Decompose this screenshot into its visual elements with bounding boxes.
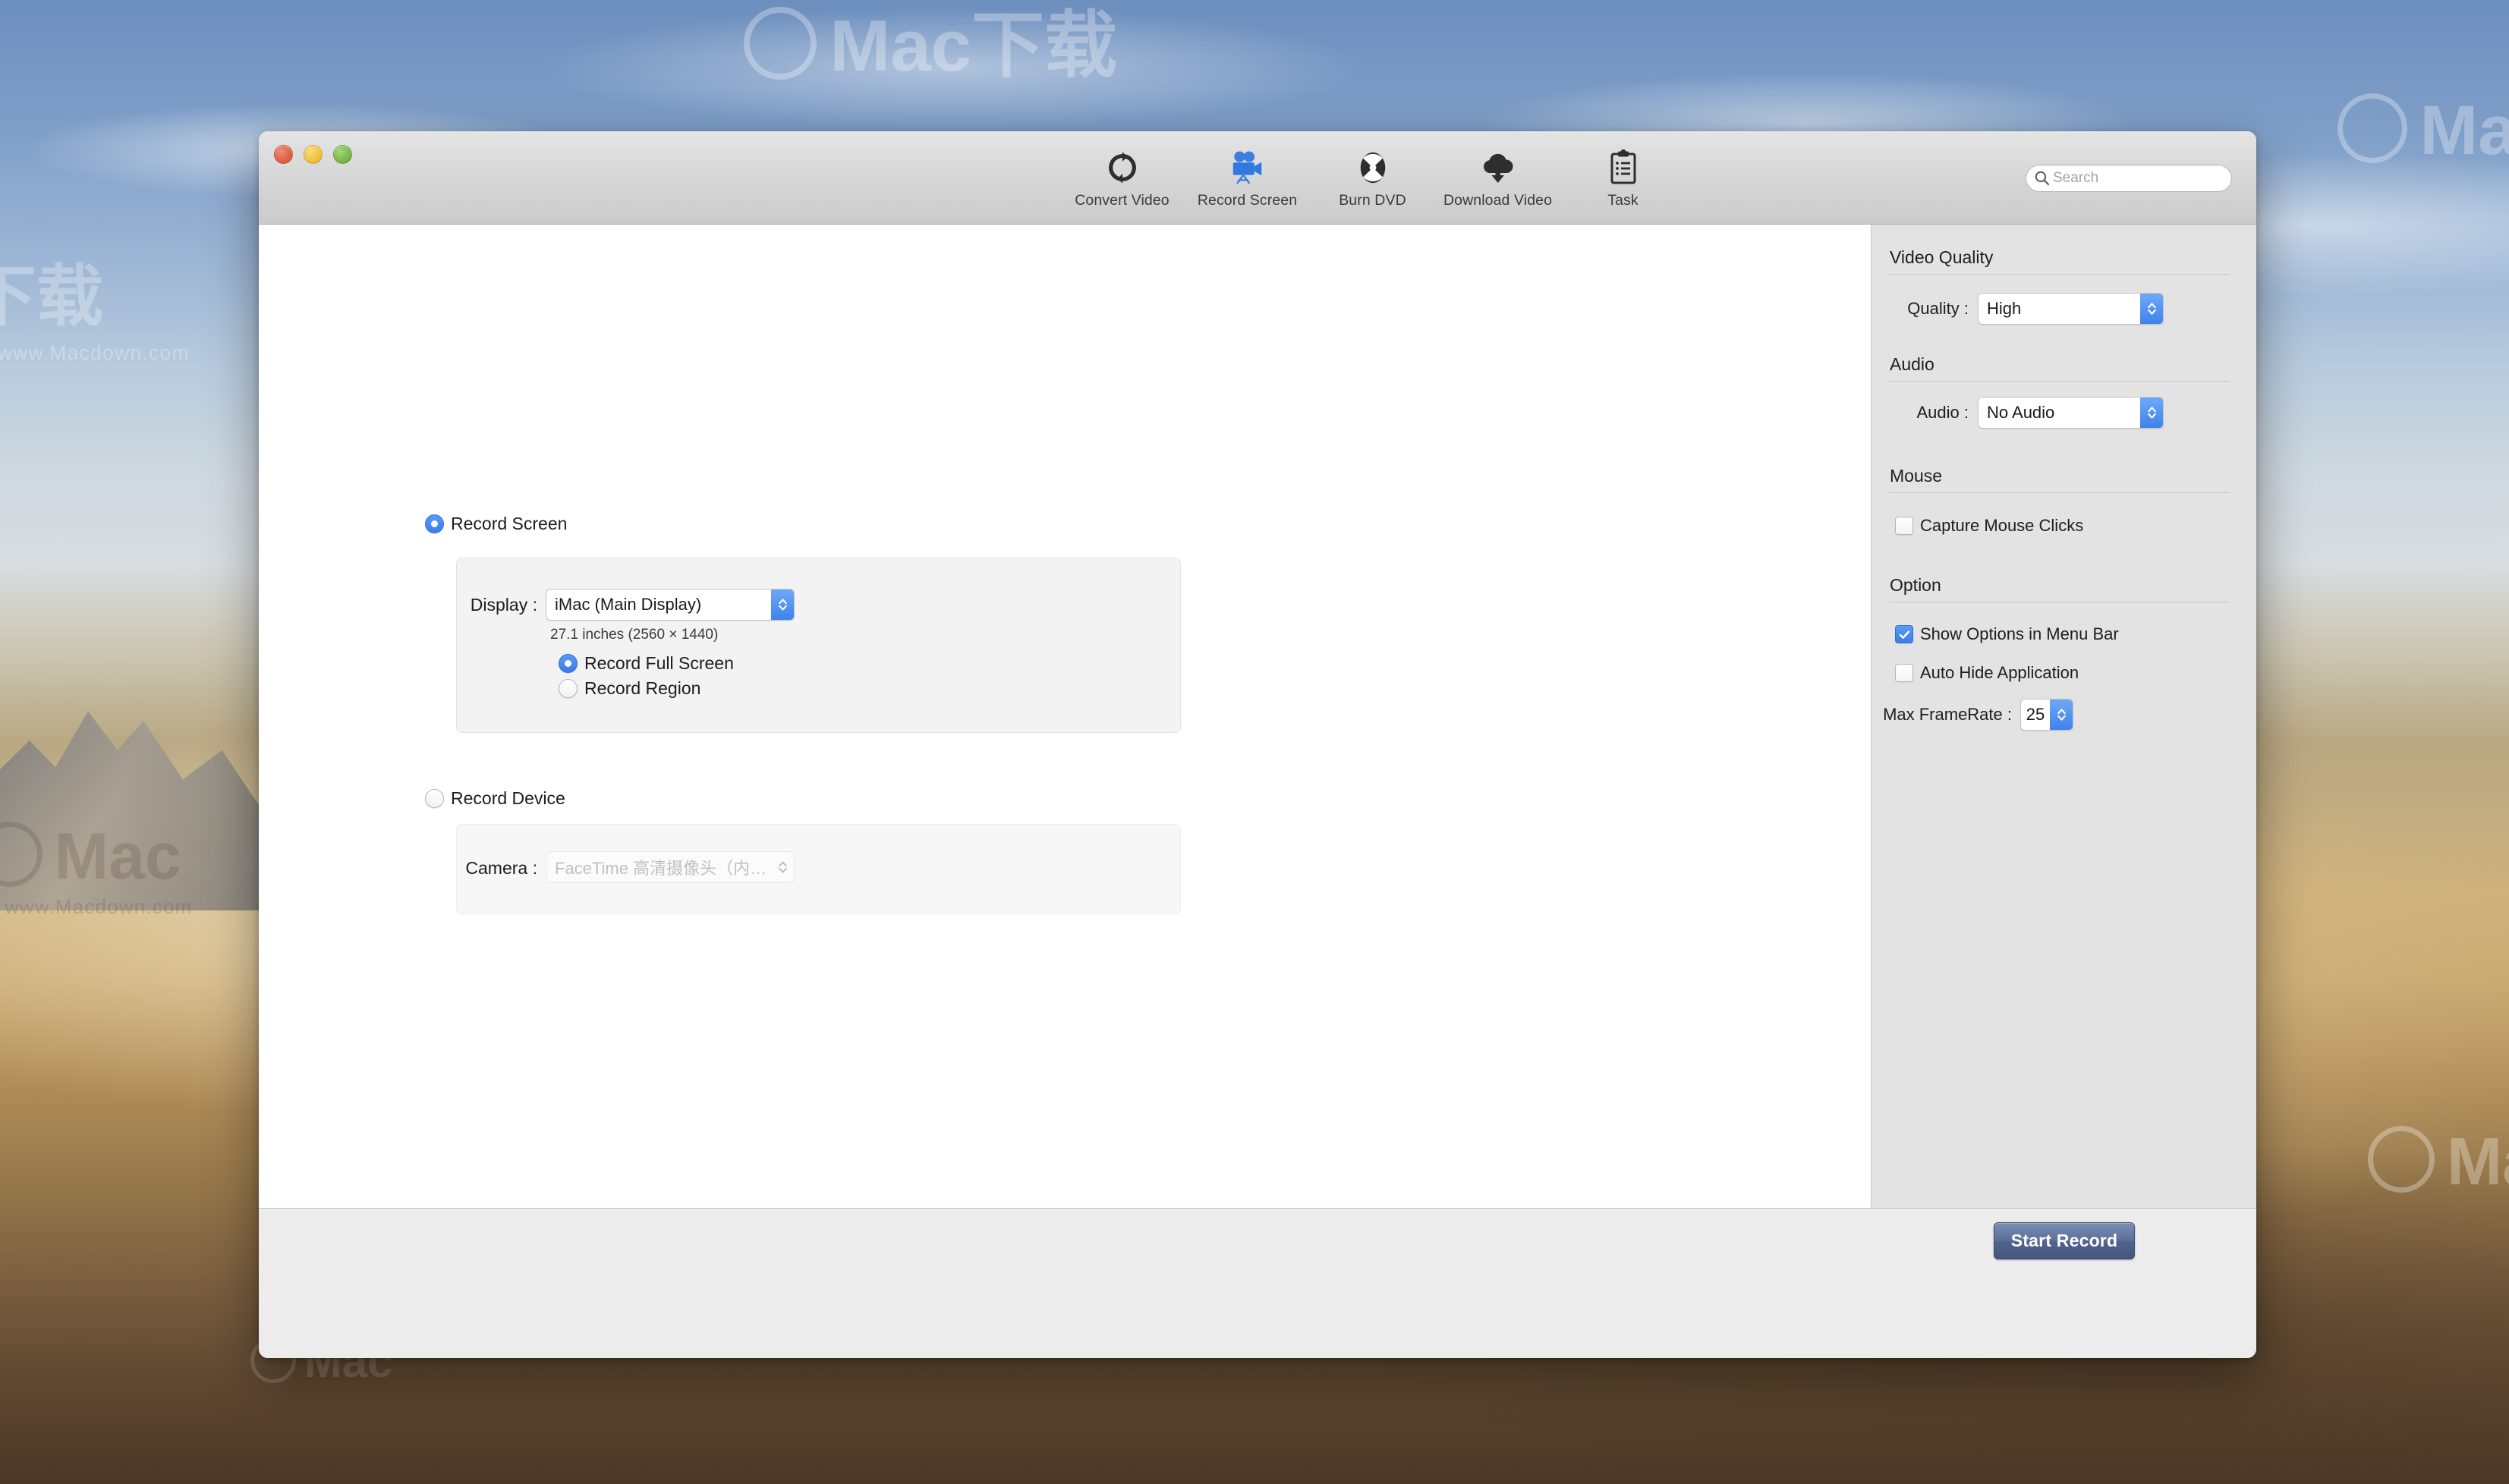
record-full-screen-radio-row[interactable]: Record Full Screen	[559, 653, 734, 674]
audio-select[interactable]: No Audio	[1978, 397, 2164, 429]
record-screen-radio[interactable]	[425, 514, 444, 533]
display-select-value: iMac (Main Display)	[555, 595, 702, 614]
toolbar-item-label: Record Screen	[1197, 192, 1298, 209]
minimize-button[interactable]	[304, 145, 323, 164]
quality-label: Quality :	[1907, 299, 1969, 318]
task-icon	[1608, 146, 1639, 189]
show-options-in-menu-bar-row[interactable]: Show Options in Menu Bar	[1895, 624, 2119, 644]
record-region-label: Record Region	[584, 678, 701, 698]
start-record-button[interactable]: Start Record	[1994, 1222, 2135, 1259]
record-screen-radio-row[interactable]: Record Screen	[425, 514, 567, 534]
capture-mouse-clicks-label: Capture Mouse Clicks	[1920, 516, 2084, 535]
record-device-radio[interactable]	[425, 789, 444, 808]
toolbar-item-label: Task	[1607, 192, 1639, 209]
auto-hide-application-label: Auto Hide Application	[1920, 663, 2079, 682]
chevron-updown-icon[interactable]	[2050, 700, 2073, 730]
camera-select-value: FaceTime 高清摄像头（内建）	[555, 859, 771, 878]
quality-select-value: High	[1987, 299, 2022, 318]
window-toolbar: Convert Video Record Screen Burn DVD Dow…	[259, 131, 2256, 225]
record-screen-group: Display : iMac (Main Display) 27.1 inche…	[456, 558, 1181, 733]
burn-dvd-icon	[1356, 146, 1390, 189]
section-title-video-quality: Video Quality	[1890, 247, 1994, 267]
show-options-in-menu-bar-checkbox[interactable]	[1895, 625, 1913, 643]
record-device-radio-row[interactable]: Record Device	[425, 788, 565, 809]
toolbar-item-label: Burn DVD	[1339, 192, 1406, 209]
zoom-button[interactable]	[333, 145, 352, 164]
traffic-light-buttons	[274, 145, 352, 164]
record-screen-label: Record Screen	[451, 514, 568, 533]
max-framerate-value: 25	[2026, 705, 2045, 724]
toolbar-item-burn-dvd[interactable]: Burn DVD	[1310, 142, 1435, 209]
section-title-mouse: Mouse	[1890, 466, 1943, 486]
camera-label: Camera :	[465, 858, 537, 878]
toolbar-item-label: Convert Video	[1075, 192, 1170, 209]
auto-hide-application-checkbox[interactable]	[1895, 664, 1913, 682]
toolbar-item-label: Download Video	[1443, 192, 1553, 209]
audio-label: Audio :	[1916, 403, 1969, 422]
toolbar-items: Convert Video Record Screen Burn DVD Dow…	[1059, 142, 1686, 209]
record-device-group: Camera : FaceTime 高清摄像头（内建）	[456, 824, 1181, 914]
quality-select[interactable]: High	[1978, 293, 2164, 325]
settings-sidebar: Video Quality Quality : High Audio Audio…	[1872, 225, 2256, 1208]
max-framerate-label: Max FrameRate :	[1883, 705, 2012, 724]
checkmark-icon	[1899, 630, 1909, 639]
application-window: Convert Video Record Screen Burn DVD Dow…	[259, 131, 2256, 1358]
display-select[interactable]: iMac (Main Display)	[546, 589, 795, 621]
search-field-wrapper: Search	[2026, 165, 2232, 192]
window-footer: Start Record	[259, 1208, 2256, 1358]
chevron-updown-icon[interactable]	[2140, 294, 2163, 324]
record-device-label: Record Device	[451, 788, 565, 808]
section-title-audio: Audio	[1890, 354, 1934, 374]
audio-select-value: No Audio	[1987, 403, 2055, 422]
capture-mouse-clicks-checkbox[interactable]	[1895, 517, 1913, 535]
download-video-icon	[1479, 146, 1517, 189]
chevron-updown-icon[interactable]	[771, 590, 794, 620]
camera-select[interactable]: FaceTime 高清摄像头（内建）	[546, 851, 795, 883]
max-framerate-stepper[interactable]: 25	[2020, 699, 2073, 731]
toolbar-item-task[interactable]: Task	[1560, 142, 1686, 209]
record-screen-icon	[1229, 146, 1267, 189]
search-icon	[2035, 171, 2050, 186]
section-divider	[1890, 274, 2230, 275]
display-info-text: 27.1 inches (2560 × 1440)	[550, 627, 719, 643]
toolbar-item-download-video[interactable]: Download Video	[1435, 142, 1560, 209]
section-divider	[1890, 381, 2230, 382]
toolbar-item-record-screen[interactable]: Record Screen	[1185, 142, 1310, 209]
record-region-radio[interactable]	[559, 679, 578, 698]
main-content-area: Record Screen Display : iMac (Main Displ…	[259, 225, 1872, 1208]
display-label: Display :	[470, 595, 537, 615]
close-button[interactable]	[274, 145, 293, 164]
capture-mouse-clicks-row[interactable]: Capture Mouse Clicks	[1895, 516, 2083, 536]
window-body: Record Screen Display : iMac (Main Displ…	[259, 225, 2256, 1208]
record-full-screen-radio[interactable]	[559, 654, 578, 673]
auto-hide-application-row[interactable]: Auto Hide Application	[1895, 663, 2079, 683]
section-divider	[1890, 492, 2230, 493]
chevron-updown-icon[interactable]	[771, 852, 794, 882]
toolbar-item-convert-video[interactable]: Convert Video	[1059, 142, 1185, 209]
show-options-in-menu-bar-label: Show Options in Menu Bar	[1920, 624, 2119, 643]
record-region-radio-row[interactable]: Record Region	[559, 678, 700, 699]
section-title-option: Option	[1890, 575, 1941, 595]
convert-video-icon	[1105, 146, 1140, 189]
search-input[interactable]: Search	[2026, 165, 2232, 192]
record-full-screen-label: Record Full Screen	[584, 653, 734, 673]
chevron-updown-icon[interactable]	[2140, 398, 2163, 428]
search-placeholder: Search	[2053, 170, 2099, 186]
